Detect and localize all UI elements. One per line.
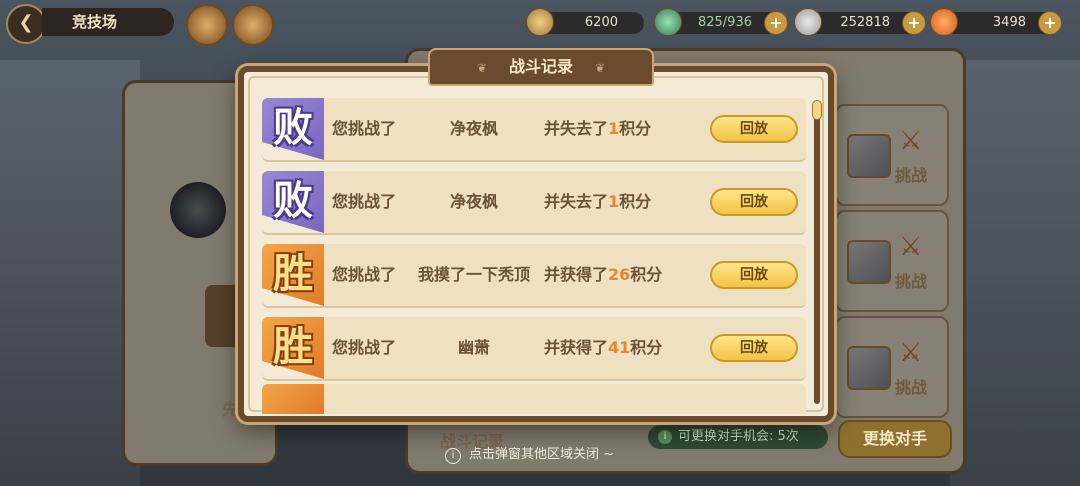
replay-button[interactable]: 回放 [710, 261, 798, 289]
opponent-card[interactable]: ⚔ 挑战 [835, 316, 949, 418]
energy-value: 825/936 [697, 15, 752, 30]
gem-icon [794, 8, 822, 36]
record-outcome: 并获得了41积分 [544, 338, 663, 357]
record-outcome: 并失去了1积分 [544, 119, 652, 138]
challenge-label: 挑战 [895, 378, 928, 397]
challenge-label: 挑战 [895, 272, 928, 291]
coin-value: 6200 [584, 15, 618, 30]
list-item: 败 您挑战了 净夜枫 并失去了1积分 回放 [262, 98, 806, 162]
result-badge: 败 [262, 98, 324, 160]
result-badge: 败 [262, 171, 324, 233]
opponent-card[interactable]: ⚔ 挑战 [835, 210, 949, 312]
change-opponent-button[interactable]: 更换对手 [838, 420, 952, 458]
scroll-thumb[interactable] [812, 100, 822, 120]
opponent-name: 净夜枫 [449, 119, 498, 138]
battle-record-modal: 败 您挑战了 净夜枫 并失去了1积分 回放 败 您挑战了 净夜枫 并失去了1积分… [238, 66, 834, 422]
record-outcome: 并失去了1积分 [544, 192, 652, 211]
rank-emblem-icon [170, 182, 226, 238]
close-hint: i 点击弹窗其他区域关闭 ~ [445, 443, 614, 464]
replay-button[interactable]: 回放 [710, 188, 798, 216]
opponent-card[interactable]: ⚔ 挑战 [835, 104, 949, 206]
modal-title-text: 战斗记录 [508, 57, 573, 76]
left-panel-label: 先 [222, 400, 239, 419]
ornament-icon: ❦ [476, 61, 487, 75]
add-carrot-button[interactable]: + [1038, 11, 1062, 35]
crossed-swords-icon: ⚔ [899, 232, 923, 262]
add-energy-button[interactable]: + [764, 11, 788, 35]
result-badge [262, 384, 324, 414]
close-hint-text: 点击弹窗其他区域关闭 ~ [469, 447, 615, 462]
opponent-avatar [847, 346, 891, 390]
list-item-partial [262, 384, 806, 414]
result-badge: 胜 [262, 244, 324, 306]
info-icon: i [658, 429, 672, 444]
list-item: 胜 您挑战了 幽萧 并获得了41积分 回放 [262, 317, 806, 381]
replay-button[interactable]: 回放 [710, 334, 798, 362]
page-title: 竞技场 [42, 8, 174, 36]
energy-potion-icon [654, 8, 682, 36]
record-prefix: 您挑战了 [332, 338, 397, 357]
add-gem-button[interactable]: + [902, 11, 926, 35]
record-prefix: 您挑战了 [332, 192, 397, 211]
list-item: 败 您挑战了 净夜枫 并失去了1积分 回放 [262, 171, 806, 235]
info-icon: i [445, 448, 461, 464]
top-bar: ❮ 竞技场 6200 825/936 + 252818 + 3498 + [0, 0, 1080, 46]
energy-resource: 825/936 + [654, 8, 788, 36]
coin-icon [526, 8, 554, 36]
crossed-swords-icon: ⚔ [899, 338, 923, 368]
carrot-value: 3498 [992, 15, 1026, 30]
opponent-avatar [847, 240, 891, 284]
gem-resource: 252818 + [794, 8, 926, 36]
crossed-swords-icon: ⚔ [899, 126, 923, 156]
opponent-name: 我摸了一下秃顶 [417, 265, 530, 284]
record-list[interactable]: 败 您挑战了 净夜枫 并失去了1积分 回放 败 您挑战了 净夜枫 并失去了1积分… [262, 98, 806, 404]
opponent-name: 净夜枫 [449, 192, 498, 211]
opponent-name: 幽萧 [457, 338, 490, 357]
ornament-icon: ❦ [595, 61, 606, 75]
gem-value: 252818 [840, 15, 890, 30]
opponent-avatar [847, 134, 891, 178]
modal-title: ❦ 战斗记录 ❦ [428, 48, 654, 86]
carrot-icon [930, 8, 958, 36]
rank-medal-icon[interactable] [186, 4, 228, 46]
change-chance-info: i 可更换对手机会: 5次 [648, 425, 828, 449]
back-button[interactable]: ❮ [6, 4, 46, 44]
carrot-resource: 3498 + [930, 8, 1062, 36]
list-item: 胜 您挑战了 我摸了一下秃顶 并获得了26积分 回放 [262, 244, 806, 308]
change-chance-text: 可更换对手机会: 5次 [678, 429, 799, 444]
scrollbar[interactable] [812, 100, 822, 404]
replay-button[interactable]: 回放 [710, 115, 798, 143]
shop-icon[interactable] [232, 4, 274, 46]
record-prefix: 您挑战了 [332, 265, 397, 284]
result-badge: 胜 [262, 317, 324, 379]
heart-back-icon: ❮ [18, 12, 34, 33]
coin-resource: 6200 [526, 8, 644, 36]
background-scenery-left [0, 60, 140, 486]
record-outcome: 并获得了26积分 [544, 265, 663, 284]
background-scenery-right [950, 60, 1080, 486]
record-prefix: 您挑战了 [332, 119, 397, 138]
challenge-label: 挑战 [895, 166, 928, 185]
